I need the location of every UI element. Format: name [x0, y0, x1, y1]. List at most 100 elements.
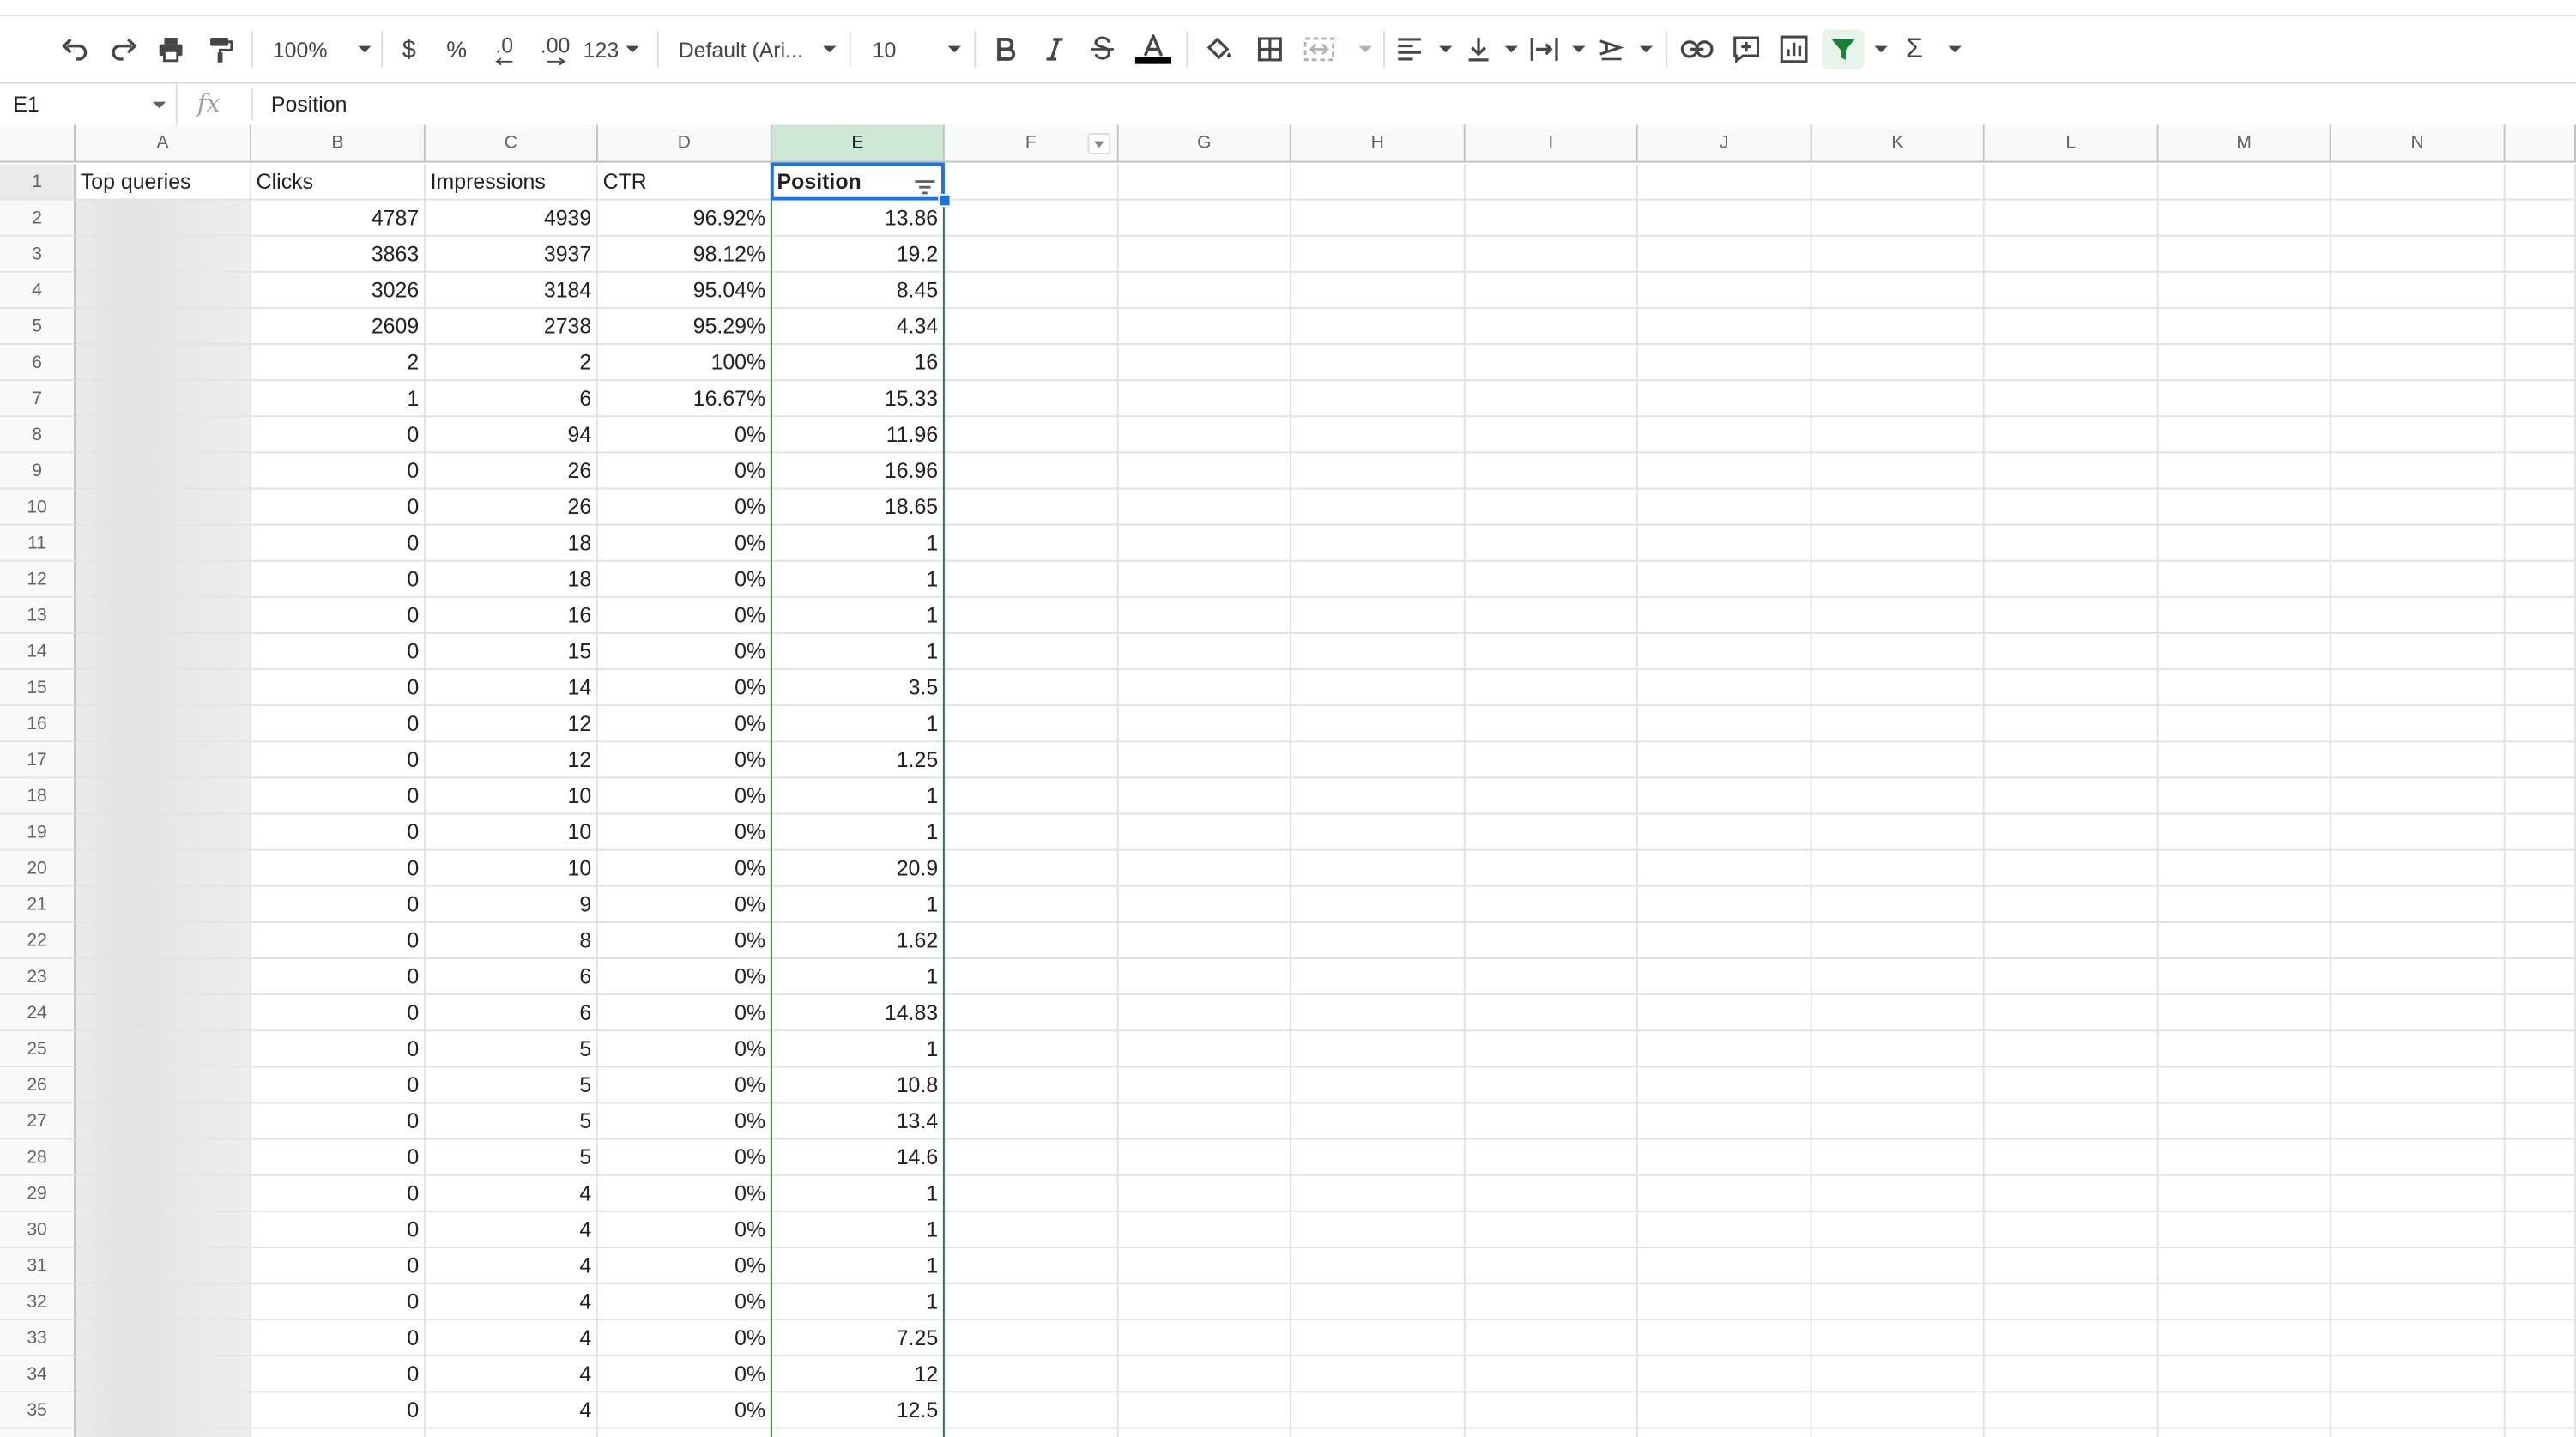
cell-e34[interactable]: 12	[771, 1356, 945, 1393]
cell-redacted-query[interactable]	[76, 1320, 251, 1357]
row-header-29[interactable]: 29	[0, 1175, 76, 1212]
cell-i4[interactable]	[1465, 272, 1638, 309]
cell-c12[interactable]: 18	[425, 561, 598, 598]
cell-c31[interactable]: 4	[425, 1247, 598, 1284]
row-header-11[interactable]: 11	[0, 525, 76, 562]
cell-j4[interactable]	[1637, 272, 1812, 309]
undo-icon[interactable]	[56, 29, 95, 69]
merge-cells-button[interactable]	[1303, 29, 1372, 69]
cell-m17[interactable]	[2158, 742, 2331, 779]
cell-l11[interactable]	[1984, 525, 2159, 562]
cell-c1[interactable]: Impressions	[425, 164, 598, 201]
cell-f13[interactable]	[944, 597, 1119, 634]
cell-j3[interactable]	[1637, 236, 1812, 273]
cell-l24[interactable]	[1984, 995, 2159, 1032]
cell-redacted-query[interactable]	[76, 345, 251, 382]
cell-i36[interactable]	[1466, 1428, 1638, 1437]
cell-redacted-query[interactable]	[76, 850, 251, 887]
cell-n24[interactable]	[2331, 995, 2506, 1032]
increase-decimal-button[interactable]: .00	[534, 29, 577, 69]
more-formats-button[interactable]: 123	[584, 29, 639, 69]
cell-n20[interactable]	[2331, 850, 2506, 887]
cell-k2[interactable]	[1811, 200, 1985, 237]
cell-f22[interactable]	[944, 922, 1119, 959]
cell-l1[interactable]	[1984, 164, 2159, 201]
cell-b31[interactable]: 0	[251, 1247, 426, 1284]
cell-n18[interactable]	[2331, 778, 2506, 815]
cell-k8[interactable]	[1811, 417, 1985, 454]
horizontal-align-button[interactable]	[1396, 29, 1453, 69]
cell-g13[interactable]	[1118, 597, 1291, 634]
cell-m1[interactable]	[2158, 164, 2331, 201]
insert-link-icon[interactable]	[1679, 29, 1715, 69]
cell-d13[interactable]: 0%	[597, 597, 772, 634]
cell-k20[interactable]	[1811, 850, 1985, 887]
cell-l25[interactable]	[1984, 1031, 2159, 1068]
cell-g29[interactable]	[1118, 1175, 1291, 1212]
cell-b24[interactable]: 0	[251, 995, 426, 1032]
cell-f14[interactable]	[944, 633, 1119, 671]
cell-f26[interactable]	[944, 1067, 1119, 1104]
cell-m8[interactable]	[2158, 417, 2331, 454]
cell-c25[interactable]: 5	[425, 1031, 598, 1068]
cell-n16[interactable]	[2331, 706, 2506, 743]
cell-e13[interactable]: 1	[771, 597, 945, 634]
cell-h16[interactable]	[1291, 706, 1466, 743]
cell-j7[interactable]	[1637, 381, 1812, 418]
cell-g31[interactable]	[1118, 1247, 1291, 1284]
cell-i23[interactable]	[1465, 958, 1638, 996]
row-header-3[interactable]: 3	[0, 236, 76, 273]
cell-h27[interactable]	[1291, 1103, 1466, 1140]
cell-j2[interactable]	[1637, 200, 1812, 237]
cell-n9[interactable]	[2331, 453, 2506, 490]
cell-j18[interactable]	[1637, 778, 1812, 815]
cell-k17[interactable]	[1811, 742, 1985, 779]
cell-c27[interactable]: 5	[425, 1103, 598, 1140]
cell-m20[interactable]	[2158, 850, 2331, 887]
cell-redacted-query[interactable]	[76, 525, 251, 562]
cell-c3[interactable]: 3937	[425, 236, 598, 273]
cell-h34[interactable]	[1291, 1356, 1466, 1393]
cell-c16[interactable]: 12	[425, 706, 598, 743]
cell-h36[interactable]	[1291, 1428, 1466, 1437]
cell-k19[interactable]	[1811, 814, 1985, 851]
row-header-15[interactable]: 15	[0, 670, 76, 707]
cell-n8[interactable]	[2331, 417, 2506, 454]
cell-k33[interactable]	[1811, 1320, 1985, 1357]
cell-h5[interactable]	[1291, 308, 1466, 346]
cell-g23[interactable]	[1118, 958, 1291, 996]
currency-format-button[interactable]: $	[394, 29, 423, 69]
cell-f32[interactable]	[944, 1283, 1119, 1321]
cell-i29[interactable]	[1465, 1175, 1638, 1212]
name-box[interactable]: E1	[0, 83, 178, 125]
cell-h22[interactable]	[1291, 922, 1466, 959]
row-header-12[interactable]: 12	[0, 561, 76, 598]
cell-e4[interactable]: 8.45	[771, 272, 945, 309]
cell-l14[interactable]	[1984, 633, 2159, 671]
cell-l16[interactable]	[1984, 706, 2159, 743]
paint-format-icon[interactable]	[201, 29, 240, 69]
cell-d5[interactable]: 95.29%	[597, 308, 772, 346]
cell-h3[interactable]	[1291, 236, 1466, 273]
row-header-2[interactable]: 2	[0, 200, 76, 237]
cell-j6[interactable]	[1637, 345, 1812, 382]
column-header-b[interactable]: B	[251, 124, 426, 163]
cell-n21[interactable]	[2331, 886, 2506, 923]
cell-k10[interactable]	[1811, 489, 1985, 526]
cell-h28[interactable]	[1291, 1139, 1466, 1176]
cell-d6[interactable]: 100%	[597, 345, 772, 382]
row-header-21[interactable]: 21	[0, 886, 76, 923]
cell-f10[interactable]	[944, 489, 1119, 526]
cell-l29[interactable]	[1984, 1175, 2159, 1212]
cell-j25[interactable]	[1637, 1031, 1812, 1068]
cell-h35[interactable]	[1291, 1392, 1466, 1429]
cell-m6[interactable]	[2158, 345, 2331, 382]
cell-n2[interactable]	[2331, 200, 2506, 237]
cell-b11[interactable]: 0	[251, 525, 426, 562]
cell-m30[interactable]	[2158, 1211, 2331, 1248]
cell-n11[interactable]	[2331, 525, 2506, 562]
cell-l6[interactable]	[1984, 345, 2159, 382]
cell-j32[interactable]	[1637, 1283, 1812, 1321]
cell-redacted-query[interactable]	[76, 995, 251, 1032]
cell-f6[interactable]	[944, 345, 1119, 382]
